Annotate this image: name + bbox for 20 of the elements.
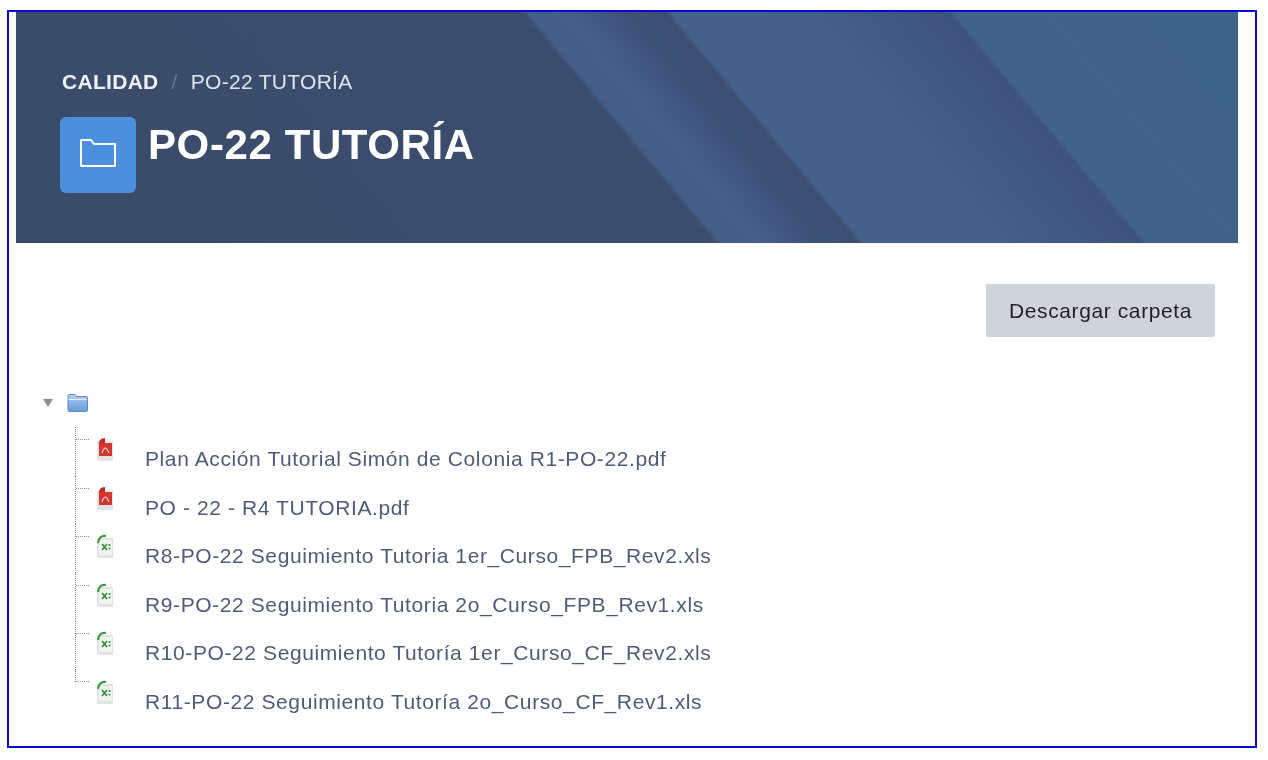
caret-icon[interactable] — [43, 398, 53, 407]
file-link[interactable]: R8-PO-22 Seguimiento Tutoria 1er_Curso_FPB_Rev2.xls — [145, 544, 712, 569]
page-title: PO-22 TUTORÍA — [148, 121, 475, 169]
pdf-file-icon — [95, 485, 115, 511]
folder-icon — [67, 393, 88, 412]
pdf-file-icon — [95, 437, 115, 462]
file-link[interactable]: Plan Acción Tutorial Simón de Colonia R1-PO-22.pdf — [145, 447, 667, 471]
spreadsheet-file-icon — [95, 534, 115, 560]
file-link[interactable]: R10-PO-22 Seguimiento Tutoría 1er_Curso_CF_Rev2.xls — [145, 641, 712, 666]
breadcrumb-separator: / — [171, 70, 178, 94]
file-link[interactable]: PO - 22 - R4 TUTORIA.pdf — [145, 495, 410, 520]
breadcrumb-link[interactable]: CALIDAD — [62, 70, 159, 94]
spreadsheet-file-icon — [95, 631, 115, 657]
file-link[interactable]: R9-PO-22 Seguimiento Tutoria 2o_Curso_FPB_Rev1.xls — [145, 592, 704, 617]
spreadsheet-file-icon — [95, 679, 115, 705]
breadcrumb-current: PO-22 TUTORÍA — [190, 70, 353, 94]
file-link[interactable]: R11-PO-22 Seguimiento Tutoría 2o_Curso_CF_Rev1.xls — [145, 689, 703, 714]
download-folder-button[interactable]: Descargar carpeta — [986, 284, 1215, 337]
spreadsheet-file-icon — [95, 582, 115, 608]
folder-icon — [60, 117, 136, 193]
